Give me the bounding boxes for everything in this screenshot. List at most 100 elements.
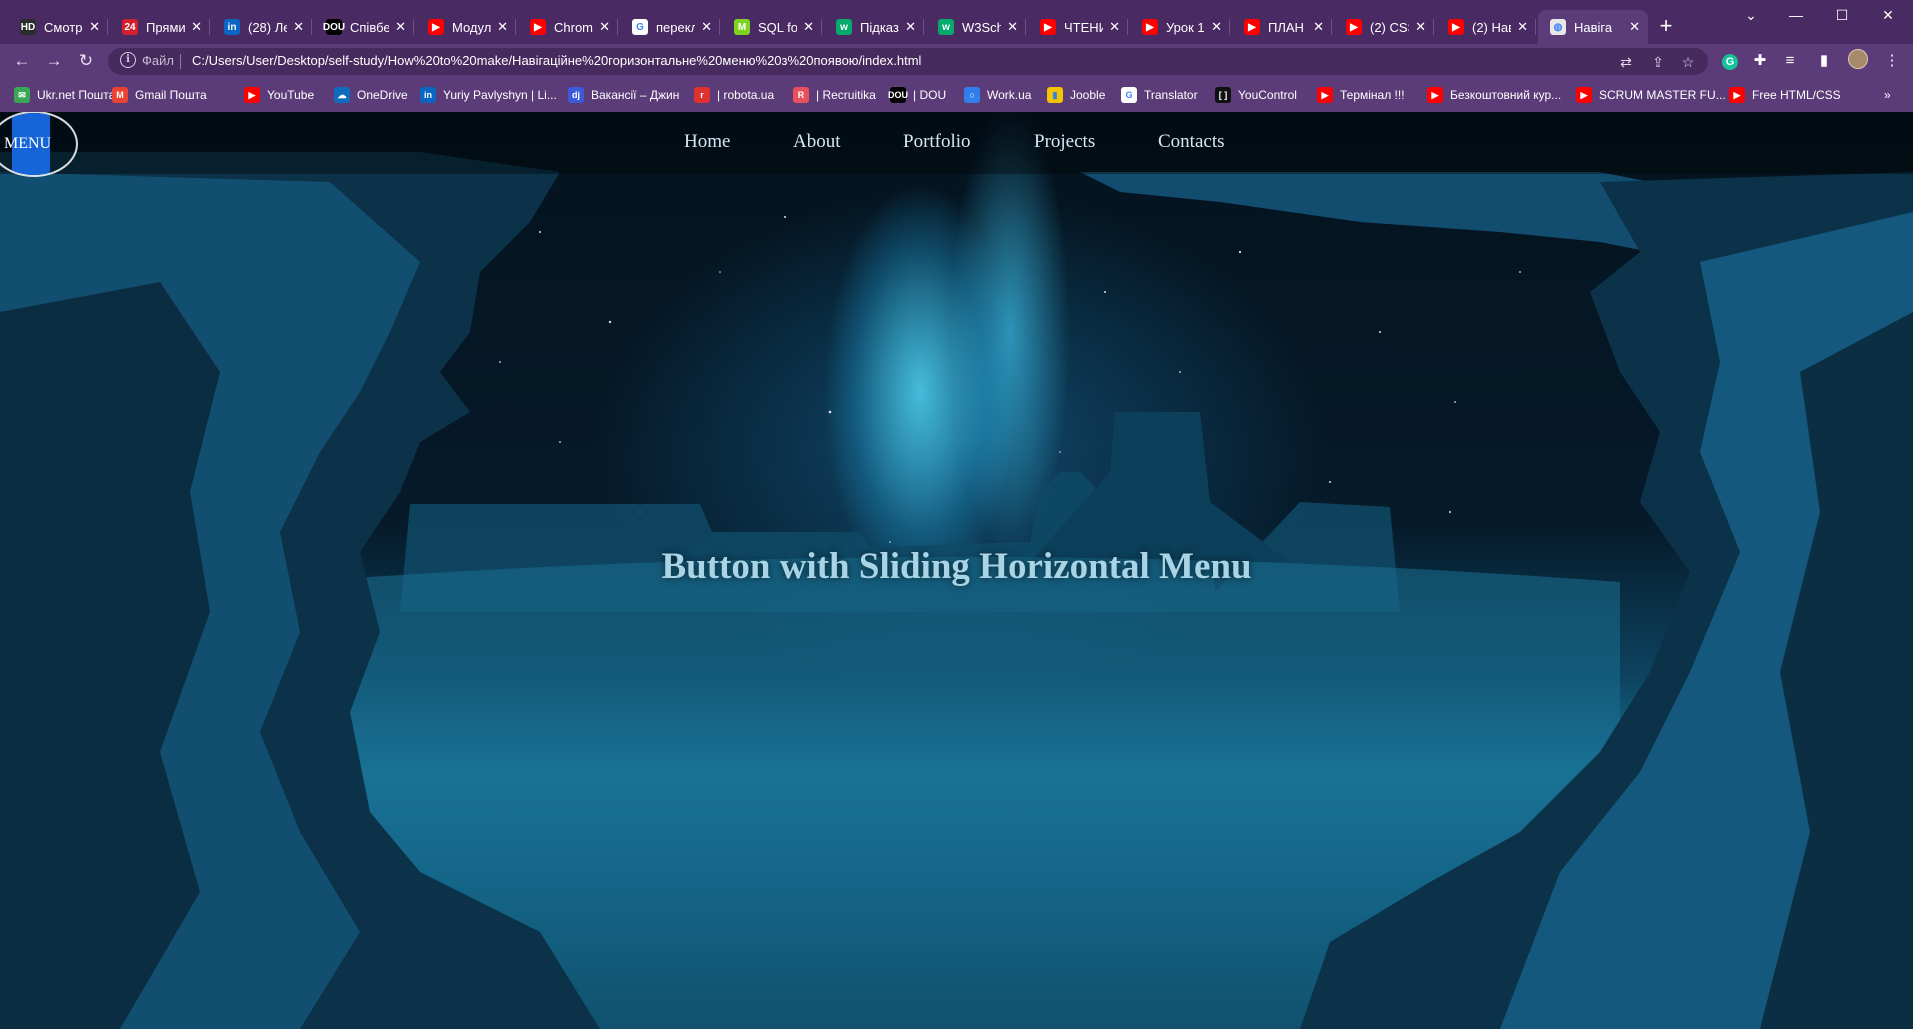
close-tab-icon[interactable]: ✕ [599, 19, 610, 35]
reload-button[interactable]: ↻ [74, 49, 98, 73]
youtube-icon: ▶ [1427, 87, 1443, 103]
bookmark-item[interactable]: ☁ OneDrive [334, 85, 408, 105]
youtube-icon: ▶ [1244, 19, 1260, 35]
tab-search-button[interactable]: ⌄ [1728, 0, 1774, 30]
nav-link-home[interactable]: Home [684, 131, 730, 153]
bookmark-label: Вакансії – Джин [591, 88, 680, 102]
close-tab-icon[interactable]: ✕ [1629, 19, 1640, 35]
url-text[interactable]: C:/Users/User/Desktop/self-study/How%20t… [192, 53, 921, 68]
nav-link-projects[interactable]: Projects [1034, 131, 1095, 153]
tab-separator [1331, 19, 1332, 35]
browser-tab[interactable]: w Підказ ✕ [824, 10, 924, 44]
close-tab-icon[interactable]: ✕ [1007, 19, 1018, 35]
share-icon[interactable]: ⇪ [1648, 52, 1668, 72]
forward-button[interactable]: → [42, 49, 66, 73]
tab-separator [719, 19, 720, 35]
browser-tab[interactable]: ▶ ПЛАН ✕ [1232, 10, 1332, 44]
browser-tab[interactable]: M SQL for ✕ [722, 10, 822, 44]
back-button[interactable]: ← [10, 49, 34, 73]
tab-title: (2) Нав [1472, 19, 1512, 35]
bookmark-label: SCRUM MASTER FU... [1599, 88, 1726, 102]
bookmark-label: Gmail Пошта [135, 88, 207, 102]
bookmark-item[interactable]: R | Recruitika [793, 85, 876, 105]
close-tab-icon[interactable]: ✕ [1211, 19, 1222, 35]
extensions-icon[interactable]: ✚ [1748, 49, 1772, 73]
more-bookmarks-icon[interactable]: » [1884, 85, 1891, 105]
w3schools-icon: w [938, 19, 954, 35]
browser-tab[interactable]: w W3Sch ✕ [926, 10, 1026, 44]
bookmark-item[interactable]: ▶ SCRUM MASTER FU... [1576, 85, 1726, 105]
bookmark-item[interactable]: M Gmail Пошта [112, 85, 207, 105]
bookmark-item[interactable]: [ ] YouControl [1215, 85, 1297, 105]
address-bar[interactable]: i Файл C:/Users/User/Desktop/self-study/… [108, 48, 1708, 75]
browser-tab[interactable]: ▶ (2) Нав ✕ [1436, 10, 1536, 44]
nav-link-contacts[interactable]: Contacts [1158, 131, 1225, 153]
linkedin-icon: in [420, 87, 436, 103]
profile-avatar[interactable] [1846, 49, 1870, 73]
hero-title: Button with Sliding Horizontal Menu [661, 546, 1252, 587]
close-tab-icon[interactable]: ✕ [293, 19, 304, 35]
close-window-button[interactable]: ✕ [1865, 0, 1911, 30]
bookmark-item[interactable]: ▶ Термінал !!! [1317, 85, 1405, 105]
browser-tab[interactable]: DOU Співбе ✕ [314, 10, 414, 44]
bookmark-label: YouControl [1238, 88, 1297, 102]
close-tab-icon[interactable]: ✕ [89, 19, 100, 35]
bookmark-item[interactable]: ✉ Ukr.net Пошта [14, 85, 115, 105]
close-tab-icon[interactable]: ✕ [803, 19, 814, 35]
browser-tab[interactable]: ▶ Модул ✕ [416, 10, 516, 44]
close-tab-icon[interactable]: ✕ [395, 19, 406, 35]
workua-icon: ○ [964, 87, 980, 103]
tab-separator [1127, 19, 1128, 35]
browser-tab[interactable]: ▶ ЧТЕНИ ✕ [1028, 10, 1128, 44]
browser-tab[interactable]: HD Смотр ✕ [8, 10, 108, 44]
site-info-icon[interactable]: i [120, 52, 136, 68]
globe-icon: ◍ [1550, 19, 1566, 35]
bookmark-item[interactable]: G Translator [1121, 85, 1198, 105]
bookmark-item[interactable]: ▶ Безкоштовний кур... [1427, 85, 1561, 105]
dou-icon: DOU [888, 87, 908, 103]
bookmark-label: Translator [1144, 88, 1198, 102]
bookmark-item[interactable]: r | robota.ua [694, 85, 774, 105]
browser-tab[interactable]: ▶ Chrom ✕ [518, 10, 618, 44]
file-scheme-label: Файл [142, 53, 174, 68]
bookmark-item[interactable]: in Yuriy Pavlyshyn | Li... [420, 85, 557, 105]
minimize-button[interactable]: — [1773, 0, 1819, 30]
bookmark-item[interactable]: ▶ YouTube [244, 85, 314, 105]
browser-tab[interactable]: Gперекл ✕ [620, 10, 720, 44]
bookmark-item[interactable]: dj Вакансії – Джин [568, 85, 679, 105]
close-tab-icon[interactable]: ✕ [701, 19, 712, 35]
browser-tab[interactable]: ▶ Урок 1 ✕ [1130, 10, 1230, 44]
tab-title: перекл [656, 19, 696, 35]
bookmark-star-icon[interactable]: ☆ [1678, 52, 1698, 72]
close-tab-icon[interactable]: ✕ [1415, 19, 1426, 35]
translate-icon[interactable]: ⇄ [1616, 52, 1636, 72]
nav-link-about[interactable]: About [793, 131, 841, 153]
grammarly-extension-icon[interactable]: G [1718, 49, 1742, 73]
youtube-icon: ▶ [428, 19, 444, 35]
browser-toolbar: ← → ↻ i Файл C:/Users/User/Desktop/self-… [0, 44, 1913, 78]
close-tab-icon[interactable]: ✕ [905, 19, 916, 35]
close-tab-icon[interactable]: ✕ [497, 19, 508, 35]
nav-link-portfolio[interactable]: Portfolio [903, 131, 971, 153]
side-panel-icon[interactable]: ▮ [1812, 49, 1836, 73]
reading-list-icon[interactable]: ≡ [1778, 49, 1802, 73]
maximize-button[interactable]: ☐ [1819, 0, 1865, 30]
close-tab-icon[interactable]: ✕ [1313, 19, 1324, 35]
tab-title: (28) Ле [248, 19, 288, 35]
bookmark-item[interactable]: ○ Work.ua [964, 85, 1031, 105]
close-tab-icon[interactable]: ✕ [1109, 19, 1120, 35]
bookmark-item[interactable]: ▶ Free HTML/CSS [1729, 85, 1841, 105]
browser-menu-icon[interactable]: ⋮ [1880, 49, 1904, 73]
tab-title: Модул [452, 19, 492, 35]
bookmark-item[interactable]: DOU | DOU [888, 85, 946, 105]
horizontal-nav: Home About Portfolio Projects Contacts [0, 112, 1913, 174]
new-tab-button[interactable]: + [1654, 14, 1678, 38]
bookmark-item[interactable]: ▮ Jooble [1047, 85, 1105, 105]
browser-tab[interactable]: 24 Прями ✕ [110, 10, 210, 44]
close-tab-icon[interactable]: ✕ [1517, 19, 1528, 35]
browser-tab[interactable]: in (28) Ле ✕ [212, 10, 312, 44]
close-tab-icon[interactable]: ✕ [191, 19, 202, 35]
browser-tab[interactable]: ▶ (2) CSS ✕ [1334, 10, 1434, 44]
hd-icon: HD [20, 19, 36, 35]
browser-tab[interactable]: ◍ Навіга ✕ [1538, 10, 1648, 44]
